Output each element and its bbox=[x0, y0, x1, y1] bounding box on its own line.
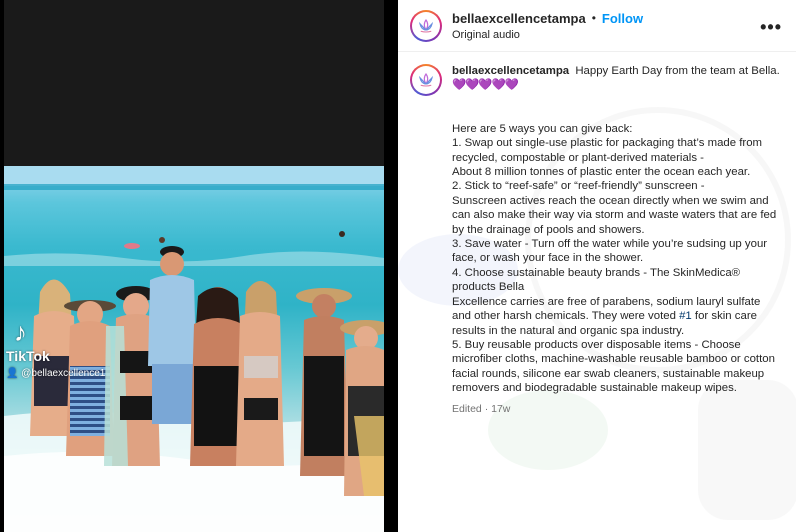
lotus-logo-icon bbox=[419, 18, 433, 33]
tiktok-logo-icon: ♪ bbox=[14, 317, 27, 347]
media-left-border bbox=[0, 0, 4, 532]
caption-line: Here are 5 ways you can give back: bbox=[452, 122, 633, 135]
caption-username[interactable]: bellaexcellencetampa bbox=[452, 65, 569, 77]
caption-avatar[interactable] bbox=[410, 64, 442, 96]
caption-section: bellaexcellencetampa Happy Earth Day fro… bbox=[410, 64, 786, 416]
tiktok-handle-label: 👤 @bellaexcellence1 bbox=[6, 368, 106, 379]
tiktok-watermark: ♪ TikTok 👤 @bellaexcellence1 bbox=[6, 318, 105, 379]
edited-timestamp: Edited · 17w bbox=[452, 402, 511, 415]
lotus-logo-icon bbox=[419, 72, 433, 87]
purple-hearts-emoji: 💜💜💜💜💜 bbox=[452, 79, 519, 92]
caption-body: Here are 5 ways you can give back: 1. Sw… bbox=[452, 122, 780, 396]
caption-intro: bellaexcellencetampa Happy Earth Day fro… bbox=[452, 64, 780, 93]
avatar[interactable] bbox=[410, 9, 442, 42]
caption-line: Excellence carries are free of parabens,… bbox=[452, 295, 780, 338]
caption-intro-text: Happy Earth Day from the team at Bella. bbox=[575, 65, 780, 77]
post-header: bellaexcellencetampa • Follow Original a… bbox=[398, 0, 796, 52]
post-media[interactable]: ♪ TikTok 👤 @bellaexcellence1 bbox=[0, 0, 398, 532]
caption-line: Sunscreen actives reach the ocean direct… bbox=[452, 194, 777, 236]
caption-line: 1. Swap out single-use plastic for packa… bbox=[452, 137, 763, 164]
caption-line: 2. Stick to “reef-safe” or “reef-friendl… bbox=[452, 180, 705, 193]
caption-line: About 8 million tonnes of plastic enter … bbox=[452, 166, 751, 179]
tiktok-brand-label: TikTok bbox=[6, 348, 50, 364]
original-audio-link[interactable]: Original audio bbox=[452, 29, 643, 41]
media-right-border bbox=[384, 0, 398, 532]
caption-line: 5. Buy reusable products over disposable… bbox=[452, 338, 775, 395]
separator-dot: • bbox=[591, 11, 596, 25]
hashtag-link[interactable]: #1 bbox=[679, 310, 692, 322]
caption-text: bellaexcellencetampa Happy Earth Day fro… bbox=[452, 64, 780, 416]
more-options-icon[interactable]: ••• bbox=[760, 17, 782, 38]
caption-line: 3. Save water - Turn off the water while… bbox=[452, 238, 768, 265]
follow-button[interactable]: Follow bbox=[602, 11, 643, 26]
author-username[interactable]: bellaexcellencetampa bbox=[452, 11, 586, 26]
caption-line: 4. Choose sustainable beauty brands - Th… bbox=[452, 266, 741, 294]
video-letterbox bbox=[0, 0, 398, 166]
post-side-panel: bellaexcellencetampa • Follow Original a… bbox=[398, 0, 796, 532]
